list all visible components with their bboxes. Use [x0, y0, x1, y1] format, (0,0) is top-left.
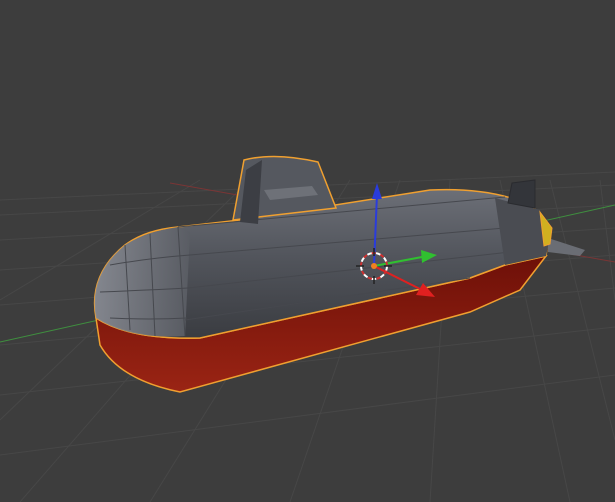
viewport-canvas[interactable] — [0, 0, 615, 502]
3d-viewport[interactable] — [0, 0, 615, 502]
tail-fin — [507, 179, 536, 209]
